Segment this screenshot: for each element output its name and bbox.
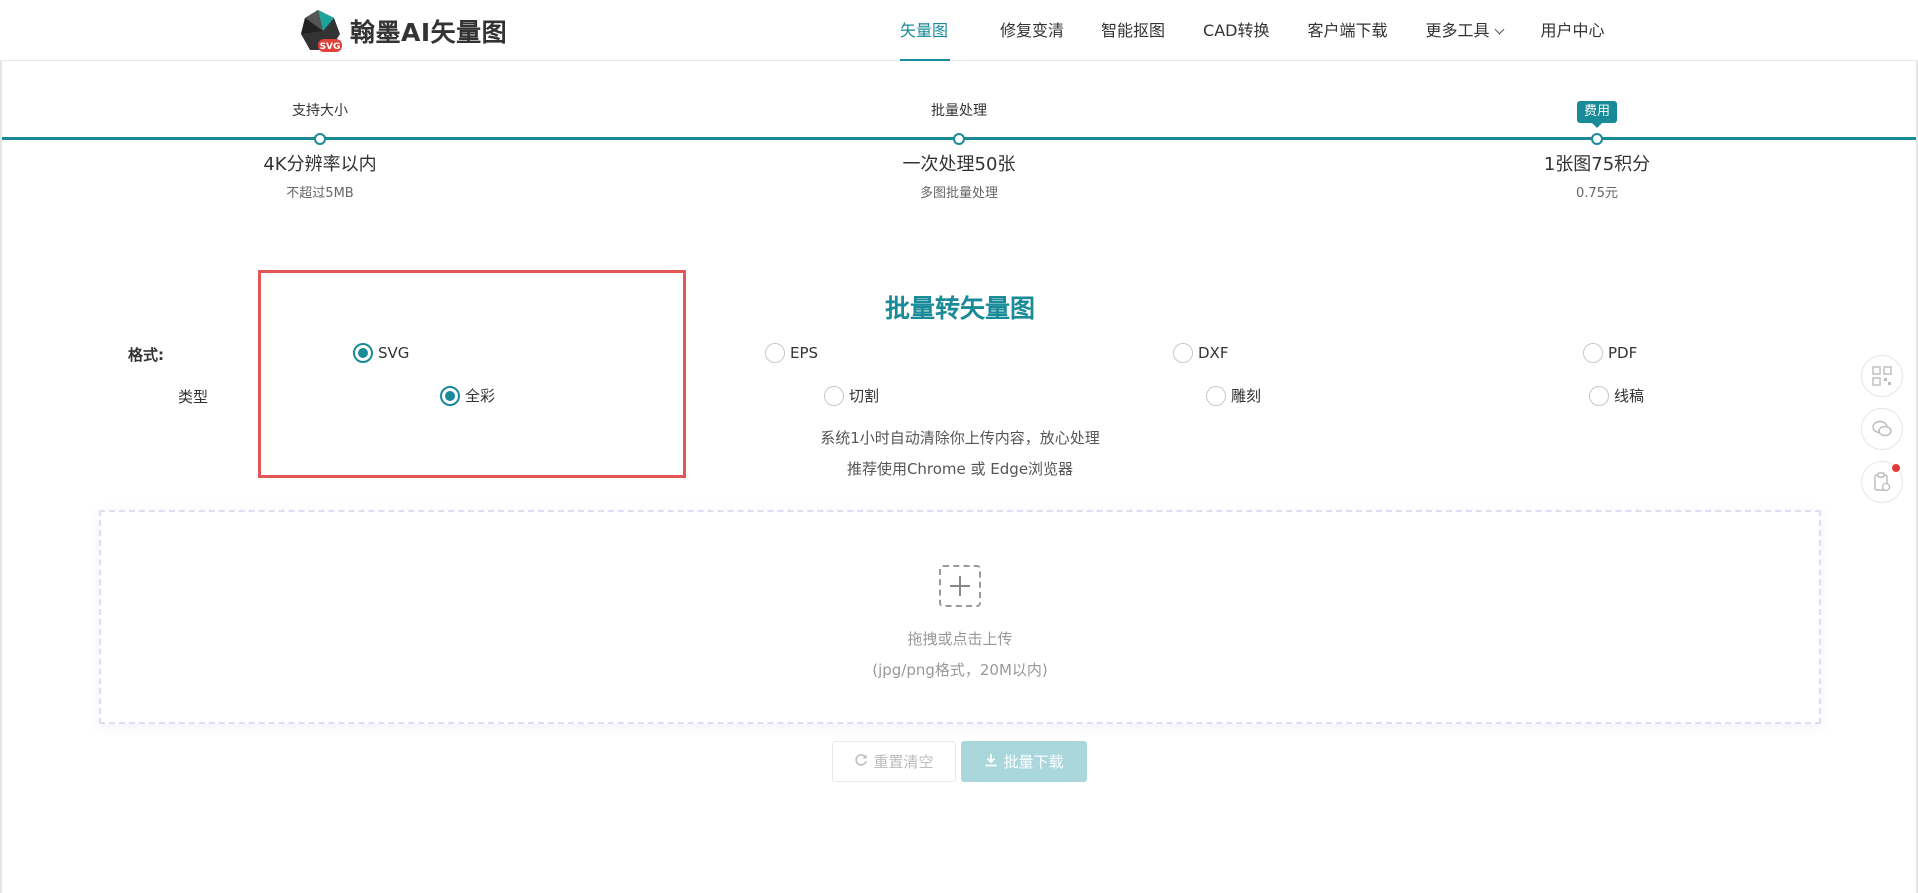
qrcode-button[interactable] (1861, 355, 1903, 397)
main-nav: 矢量图 修复变清 智能抠图 CAD转换 客户端下载 更多工具 用户中心 (900, 0, 1605, 61)
notice-browser: 推荐使用Chrome 或 Edge浏览器 (846, 460, 1074, 478)
step-dot (953, 133, 965, 145)
radio-unchecked-icon (1583, 343, 1603, 363)
logo-badge-text: SVG (320, 42, 341, 52)
format-option-dxf[interactable]: DXF (1173, 343, 1228, 363)
step-size: 支持大小 4K分辨率以内 不超过5MB (190, 100, 450, 201)
step-sub: 0.75元 (1576, 186, 1618, 201)
nav-item-user-center[interactable]: 用户中心 (1541, 0, 1605, 61)
radio-label: 切割 (849, 387, 880, 405)
radio-unchecked-icon (1589, 385, 1609, 406)
type-option-cut[interactable]: 切割 (824, 385, 879, 406)
plus-icon (939, 565, 981, 607)
wechat-button[interactable] (1861, 408, 1903, 450)
radio-unchecked-icon (1206, 385, 1226, 406)
upload-dropzone[interactable]: 拖拽或点击上传 (jpg/png格式，20M以内) (99, 510, 1821, 724)
radio-label: DXF (1198, 344, 1229, 362)
notice-auto-clear: 系统1小时自动清除你上传内容，放心处理 (820, 429, 1100, 447)
format-label: 格式: (128, 346, 164, 364)
type-label: 类型 (178, 388, 209, 406)
page-title: 批量转矢量图 (884, 294, 1035, 323)
cost-badge: 费用 (1576, 101, 1617, 128)
notification-dot (1892, 464, 1900, 472)
refresh-icon (854, 753, 868, 771)
logo[interactable]: SVG 翰墨AI矢量图 (296, 6, 507, 56)
logo-mark-icon: SVG (296, 6, 346, 56)
clipboard-icon (1874, 472, 1891, 492)
step-sub: 不超过5MB (286, 186, 354, 201)
batch-download-button[interactable]: 批量下载 (961, 741, 1087, 782)
step-batch: 批量处理 一次处理50张 多图批量处理 (829, 100, 1089, 201)
format-option-eps[interactable]: EPS (765, 343, 818, 363)
type-option-engrave[interactable]: 雕刻 (1206, 385, 1261, 406)
logo-text: 翰墨AI矢量图 (350, 18, 508, 47)
type-option-lineart[interactable]: 线稿 (1589, 385, 1644, 406)
reset-button-label: 重置清空 (873, 753, 934, 771)
format-option-pdf[interactable]: PDF (1583, 343, 1637, 363)
nav-item-cad[interactable]: CAD转换 (1203, 0, 1269, 61)
step-value: 1张图75积分 (1543, 154, 1651, 175)
radio-label: 线稿 (1614, 387, 1645, 405)
frame-left-border (0, 0, 2, 893)
upload-primary-text: 拖拽或点击上传 (907, 630, 1013, 648)
chevron-down-icon (1494, 24, 1504, 35)
step-label: 批量处理 (931, 103, 987, 119)
radio-unchecked-icon (765, 343, 785, 363)
step-sub: 多图批量处理 (919, 186, 998, 201)
clipboard-button[interactable] (1861, 461, 1903, 503)
download-icon (984, 753, 998, 771)
radio-unchecked-icon (824, 385, 844, 406)
radio-unchecked-icon (1173, 343, 1193, 363)
radio-label: 雕刻 (1231, 387, 1262, 405)
nav-item-cutout[interactable]: 智能抠图 (1101, 0, 1165, 61)
radio-label: PDF (1608, 344, 1638, 362)
radio-label: EPS (790, 344, 819, 362)
step-dot (314, 133, 326, 145)
step-label: 支持大小 (292, 103, 348, 119)
nav-item-client-download[interactable]: 客户端下载 (1307, 0, 1387, 61)
nav-item-restore[interactable]: 修复变清 (1000, 0, 1064, 61)
nav-item-more-tools[interactable]: 更多工具 (1426, 0, 1504, 61)
top-header: SVG 翰墨AI矢量图 矢量图 修复变清 智能抠图 CAD转换 客户端下载 更多… (0, 0, 1918, 61)
reset-button[interactable]: 重置清空 (832, 741, 956, 782)
nav-item-vector[interactable]: 矢量图 (900, 0, 950, 61)
step-cost: 费用 1张图75积分 0.75元 (1467, 100, 1727, 201)
step-dot (1591, 133, 1603, 145)
qrcode-icon (1872, 366, 1892, 386)
batch-download-button-label: 批量下载 (1003, 753, 1064, 771)
wechat-icon (1872, 420, 1892, 437)
step-value: 4K分辨率以内 (263, 154, 377, 175)
step-value: 一次处理50张 (902, 154, 1016, 175)
upload-secondary-text: (jpg/png格式，20M以内) (872, 661, 1048, 679)
highlight-box (258, 270, 686, 478)
